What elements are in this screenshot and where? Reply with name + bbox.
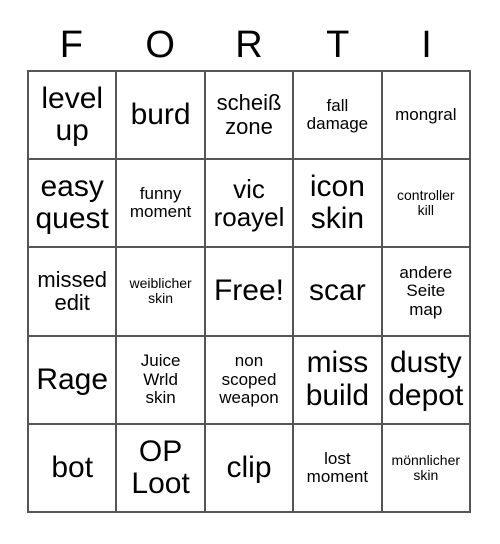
bingo-cell-label: scar [309, 274, 366, 308]
bingo-cell-r4-c1[interactable]: OP Loot [117, 424, 206, 513]
bingo-cell-label: andere Seite map [399, 262, 453, 319]
bingo-cell-r0-c2[interactable]: scheiß zone [205, 72, 295, 161]
bingo-cell-label: miss build [305, 346, 370, 412]
bingo-cell-label: Rage [36, 362, 109, 396]
bingo-cell-label: burd [130, 97, 191, 131]
bingo-cell-r4-c2[interactable]: clip [205, 424, 295, 513]
bingo-cell-r2-c1[interactable]: weiblicher skin [117, 248, 206, 337]
bingo-cell-r4-c0[interactable]: bot [29, 424, 118, 513]
bingo-cell-r1-c0[interactable]: easy quest [29, 160, 118, 249]
bingo-cell-r3-c4[interactable]: dusty depot [382, 336, 471, 425]
bingo-cell-r2-c3[interactable]: scar [294, 248, 383, 337]
bingo-cell-r0-c0[interactable]: level up [29, 72, 118, 161]
bingo-header-letter-3: T [326, 24, 350, 66]
bingo-header-row: FORTI [27, 20, 471, 70]
bingo-cell-label: level up [41, 81, 104, 148]
bingo-grid: level up burd scheiß zone fall damage mongra… [27, 70, 471, 513]
bingo-cell-label: OP Loot [131, 434, 190, 500]
bingo-cell-label: bot [51, 450, 94, 484]
bingo-header-letter-0: F [59, 24, 83, 66]
bingo-cell-label: fall damage [306, 95, 369, 134]
bingo-cell-r0-c1[interactable]: burd [117, 72, 206, 161]
bingo-cell-r0-c3[interactable]: fall damage [294, 72, 383, 161]
bingo-cell-label: mongral [395, 104, 457, 124]
bingo-cell-label: vic roayel [213, 174, 285, 233]
bingo-cell-r1-c2[interactable]: vic roayel [205, 160, 295, 249]
bingo-cell-r0-c4[interactable]: mongral [382, 72, 471, 161]
bingo-cell-r4-c4[interactable]: mönnlicher skin [382, 424, 471, 513]
bingo-card: F O R T I level up burd scheiß zone fall damage… [0, 0, 500, 544]
bingo-cell-label: dusty depot [388, 346, 464, 412]
bingo-cell-r1-c4[interactable]: controller kill [382, 160, 471, 249]
bingo-cell-r3-c1[interactable]: Juice Wrld skin [117, 336, 206, 425]
bingo-cell-label: Free! [213, 274, 284, 308]
bingo-cell-label: mönnlicher skin [391, 451, 461, 483]
bingo-cell-label: Juice Wrld skin [140, 351, 181, 407]
bingo-cell-label: non scoped weapon [219, 351, 279, 407]
bingo-cell-label: missed edit [37, 266, 108, 316]
bingo-cell-r1-c1[interactable]: funny moment [117, 160, 206, 249]
bingo-cell-label: easy quest [35, 169, 109, 236]
bingo-cell-label: weiblicher skin [129, 275, 192, 307]
bingo-cell-r4-c3[interactable]: lost moment [294, 424, 383, 513]
bingo-cell-label: scheiß zone [216, 90, 282, 140]
bingo-cell-label: icon skin [309, 169, 365, 236]
bingo-cell-r2-c4[interactable]: andere Seite map [382, 248, 471, 337]
bingo-cell-r3-c3[interactable]: miss build [294, 336, 383, 425]
bingo-cell-label: funny moment [129, 183, 192, 222]
bingo-cell-r3-c0[interactable]: Rage [29, 336, 118, 425]
bingo-header-letter-1: O [145, 24, 175, 66]
bingo-cell-label: clip [226, 450, 272, 484]
bingo-header-letter-4: I [421, 24, 432, 66]
bingo-header-letter-2: R [235, 24, 263, 66]
bingo-cell-r2-c2[interactable]: Free! [205, 248, 295, 337]
bingo-cell-label: lost moment [306, 448, 369, 486]
bingo-cell-r3-c2[interactable]: non scoped weapon [205, 336, 295, 425]
bingo-cell-r1-c3[interactable]: icon skin [294, 160, 383, 249]
bingo-cell-label: controller kill [397, 187, 455, 219]
bingo-cell-r2-c0[interactable]: missed edit [29, 248, 118, 337]
